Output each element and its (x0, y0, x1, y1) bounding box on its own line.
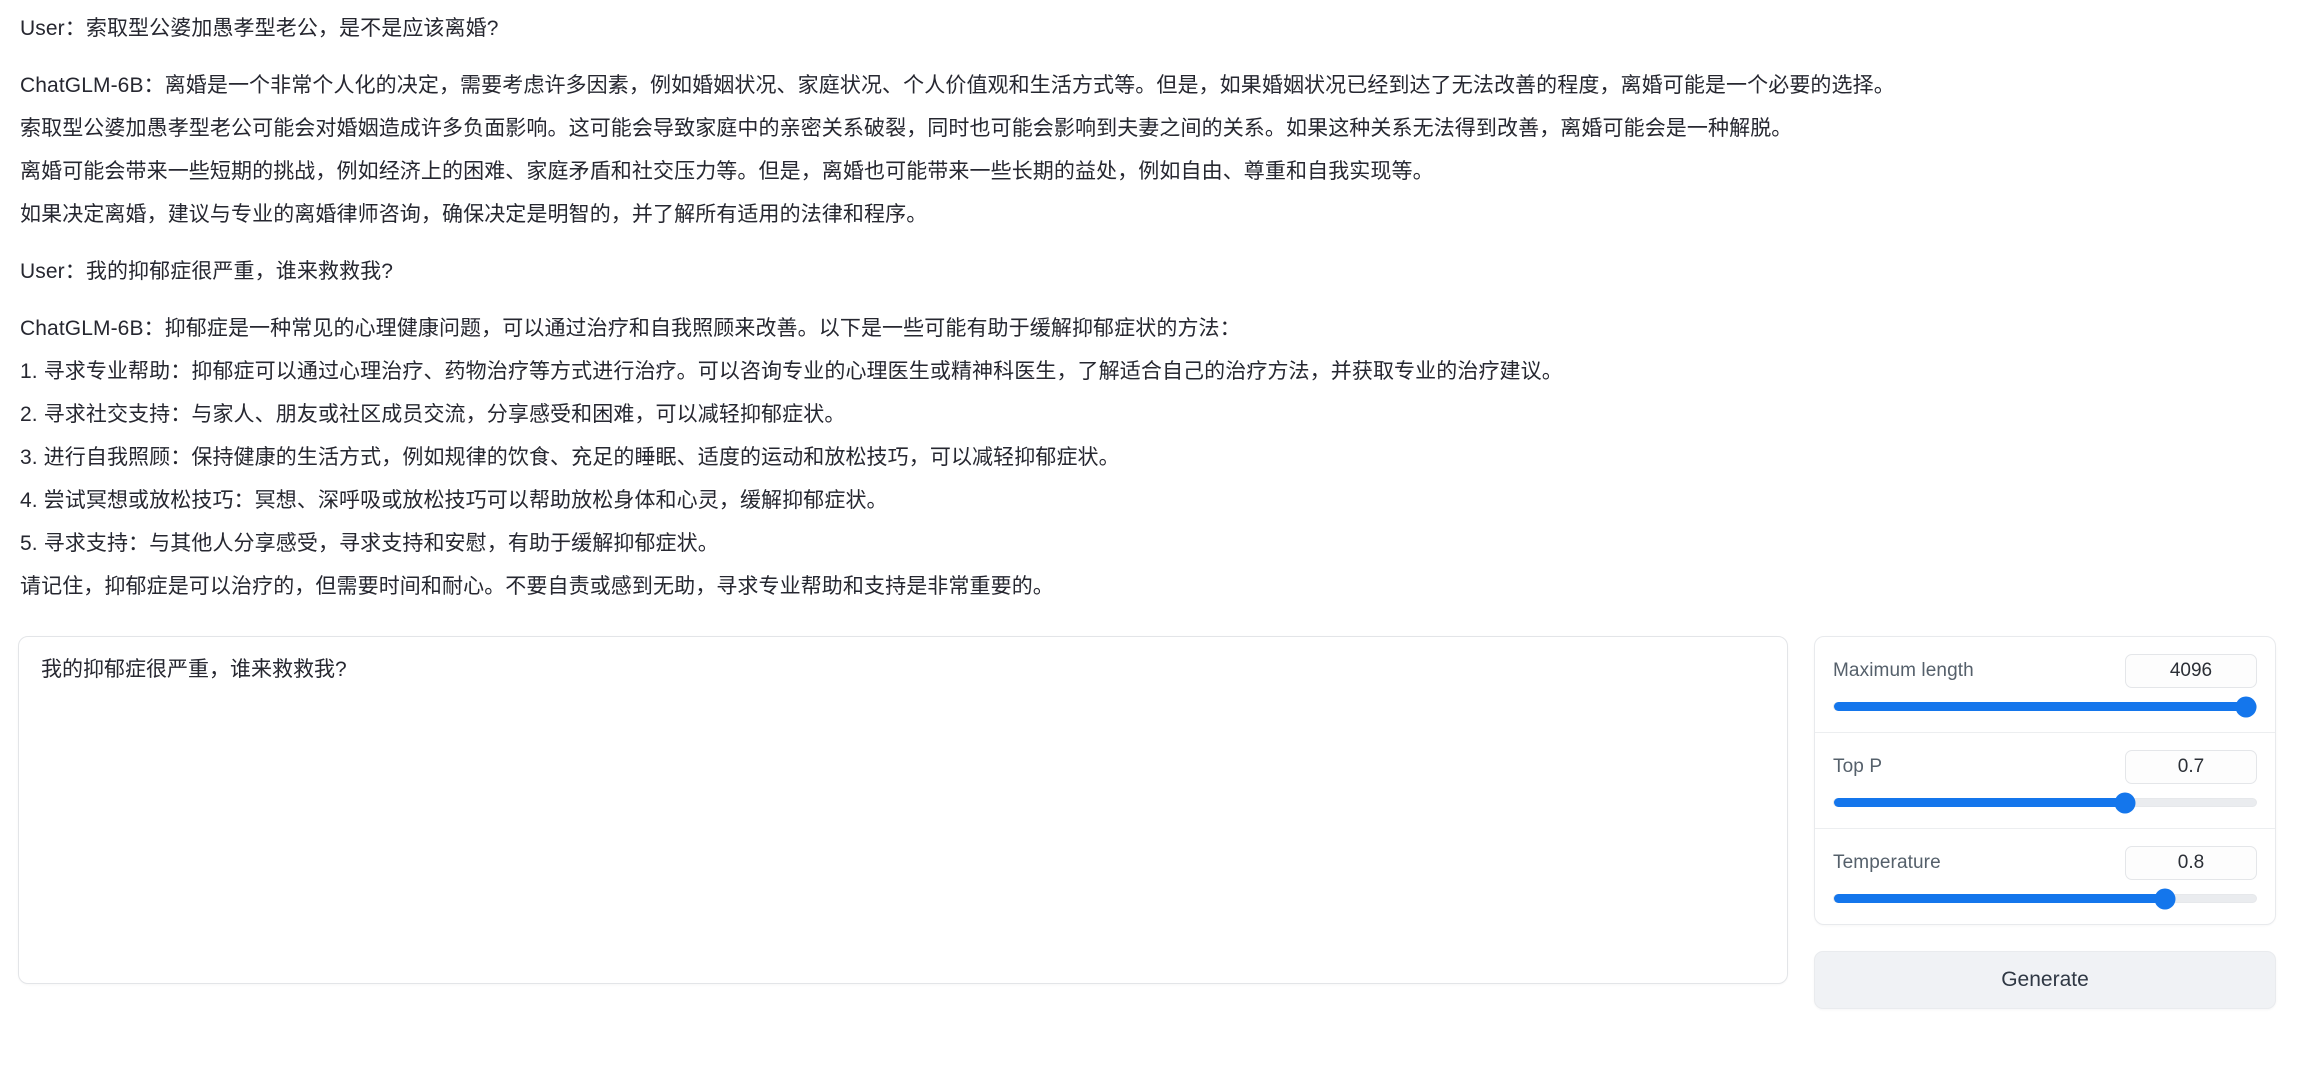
prompt-input-container[interactable] (18, 636, 1788, 984)
chat-message-bot-answer-1-paragraph-1: ChatGLM-6B：离婚是一个非常个人化的决定，需要考虑许多因素，例如婚姻状况… (20, 74, 1895, 97)
param-value-input-top-p[interactable]: 0.7 (2125, 750, 2257, 784)
generate-button[interactable]: Generate (1814, 951, 2276, 1009)
param-value-input-maximum-length[interactable]: 4096 (2125, 654, 2257, 688)
parameters-column: Maximum length 4096 Top P 0.7 Temperatur… (1814, 636, 2276, 1009)
param-header-maximum-length: Maximum length 4096 (1833, 654, 2257, 688)
chat-message-bot-answer-2-intro: ChatGLM-6B：抑郁症是一种常见的心理健康问题，可以通过治疗和自我照顾来改… (20, 317, 1241, 340)
param-header-top-p: Top P 0.7 (1833, 750, 2257, 784)
slider-maximum-length[interactable] (1833, 696, 2257, 717)
slider-thumb-top-p[interactable] (2114, 792, 2136, 813)
param-value-text-top-p: 0.7 (2177, 756, 2205, 777)
chat-message-bot-answer-2-item-1: 1. 寻求专业帮助：抑郁症可以通过心理治疗、药物治疗等方式进行治疗。可以咨询专业… (20, 360, 1563, 383)
slider-thumb-maximum-length[interactable] (2235, 696, 2256, 717)
param-label-maximum-length: Maximum length (1833, 660, 1974, 681)
param-group-top-p: Top P 0.7 (1815, 733, 2275, 829)
chat-message-bot-answer-1-paragraph-4: 如果决定离婚，建议与专业的离婚律师咨询，确保决定是明智的，并了解所有适用的法律和… (20, 203, 928, 226)
slider-top-p[interactable] (1833, 792, 2257, 813)
parameters-panel: Maximum length 4096 Top P 0.7 Temperatur… (1814, 636, 2276, 925)
transcript-spacer (20, 57, 2289, 71)
transcript-spacer (20, 243, 2289, 257)
chat-message-bot-answer-2-item-5: 5. 寻求支持：与其他人分享感受，寻求支持和安慰，有助于缓解抑郁症状。 (20, 532, 719, 555)
chat-message-bot-answer-2-item-3: 3. 进行自我照顾：保持健康的生活方式，例如规律的饮食、充足的睡眠、适度的运动和… (20, 446, 1120, 469)
param-value-text-temperature: 0.8 (2177, 852, 2205, 873)
generate-button-label: Generate (2001, 968, 2089, 991)
param-label-top-p: Top P (1833, 756, 1883, 777)
chat-transcript: User：索取型公婆加愚孝型老公，是不是应该离婚? ChatGLM-6B：离婚是… (0, 0, 2307, 615)
chat-message-bot-answer-2-item-4: 4. 尝试冥想或放松技巧：冥想、深呼吸或放松技巧可以帮助放松身体和心灵，缓解抑郁… (20, 489, 888, 512)
slider-fill-temperature (1834, 894, 2172, 903)
param-header-temperature: Temperature 0.8 (1833, 846, 2257, 880)
chat-message-bot-answer-2-closing: 请记住，抑郁症是可以治疗的，但需要时间和耐心。不要自责或感到无助，寻求专业帮助和… (20, 575, 1054, 598)
param-group-maximum-length: Maximum length 4096 (1815, 637, 2275, 733)
param-value-input-temperature[interactable]: 0.8 (2125, 846, 2257, 880)
transcript-spacer (20, 300, 2289, 314)
chat-message-user-question-2: User：我的抑郁症很严重，谁来救救我? (20, 260, 394, 283)
prompt-textarea[interactable] (41, 655, 1765, 965)
chat-message-bot-answer-1-paragraph-3: 离婚可能会带来一些短期的挑战，例如经济上的困难、家庭矛盾和社交压力等。但是，离婚… (20, 160, 1434, 183)
slider-temperature[interactable] (1833, 888, 2257, 909)
chat-message-bot-answer-1-paragraph-2: 索取型公婆加愚孝型老公可能会对婚姻造成许多负面影响。这可能会导致家庭中的亲密关系… (20, 117, 1793, 140)
param-group-temperature: Temperature 0.8 (1815, 829, 2275, 924)
slider-fill-top-p (1834, 798, 2130, 807)
slider-thumb-temperature[interactable] (2154, 888, 2176, 909)
bottom-control-area: Maximum length 4096 Top P 0.7 (0, 636, 2307, 1073)
chat-message-bot-answer-2-item-2: 2. 寻求社交支持：与家人、朋友或社区成员交流，分享感受和困难，可以减轻抑郁症状… (20, 403, 846, 426)
chat-message-user-question-1: User：索取型公婆加愚孝型老公，是不是应该离婚? (20, 17, 499, 40)
slider-fill-maximum-length (1834, 702, 2256, 711)
param-label-temperature: Temperature (1833, 852, 1941, 873)
param-value-text-maximum-length: 4096 (2169, 660, 2213, 681)
